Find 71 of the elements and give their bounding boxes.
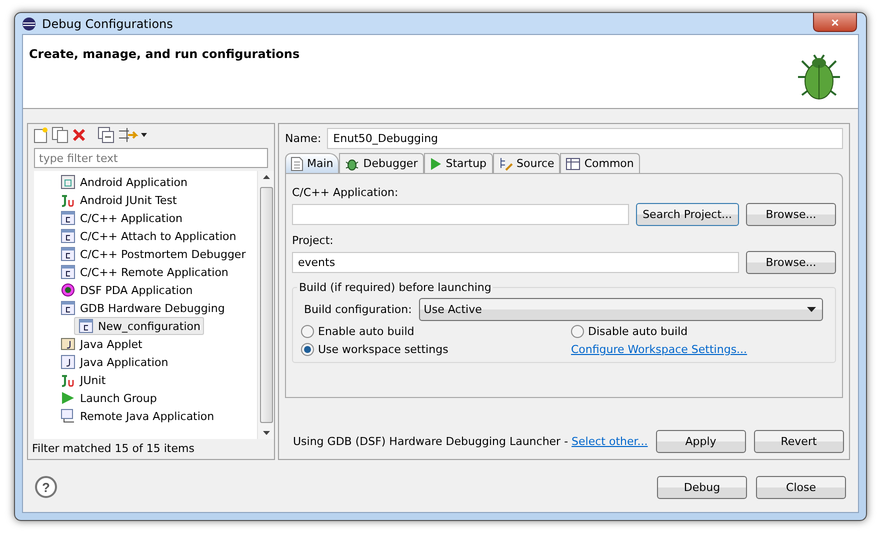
help-button[interactable]: ? <box>35 476 57 498</box>
filter-field[interactable]: type filter text <box>34 148 268 168</box>
launcher-info: Using GDB (DSF) Hardware Debugging Launcher - Select other... <box>293 435 648 448</box>
new-file-icon[interactable] <box>34 127 48 143</box>
tree-item[interactable]: Java Application <box>56 353 172 371</box>
build-config-dropdown[interactable]: Use Active <box>418 298 823 321</box>
c-file-icon <box>61 247 75 261</box>
tree-item[interactable]: C/C++ Remote Application <box>56 263 232 281</box>
radio-option[interactable]: Enable auto build <box>301 325 571 338</box>
name-field[interactable]: Enut50_Debugging <box>327 128 843 149</box>
scrollbar[interactable] <box>257 171 274 439</box>
tree-item[interactable]: Android JUnit Test <box>56 191 181 209</box>
app-logo-icon <box>22 16 36 30</box>
page-icon <box>291 156 303 170</box>
configure-workspace-link[interactable]: Configure Workspace Settings... <box>571 343 823 356</box>
tree-item[interactable]: Android Application <box>56 173 192 191</box>
junit-icon <box>61 373 75 387</box>
play-icon <box>61 391 75 405</box>
project-field[interactable]: events <box>292 252 739 273</box>
c-file-icon <box>79 319 93 333</box>
junit-icon <box>61 193 75 207</box>
remote-icon <box>61 409 75 423</box>
dialog-button[interactable]: Debug <box>657 476 747 498</box>
c-file-icon <box>61 301 75 315</box>
tab[interactable]: Source <box>492 153 560 173</box>
tree-item[interactable]: JUnit <box>56 371 110 389</box>
filter-icon[interactable] <box>118 127 148 143</box>
tree-pencil-icon <box>498 156 513 170</box>
tree-item[interactable]: C/C++ Attach to Application <box>56 227 240 245</box>
tree-item[interactable]: C/C++ Application <box>56 209 186 227</box>
project-label: Project: <box>292 234 334 247</box>
table-icon <box>566 158 580 170</box>
window-title: Debug Configurations <box>42 16 173 30</box>
delete-icon[interactable] <box>72 128 86 142</box>
collapse-icon[interactable] <box>98 127 114 143</box>
tab[interactable]: Common <box>560 153 640 173</box>
browse-button[interactable]: Browse... <box>746 203 836 226</box>
tree-item[interactable]: New_configuration <box>74 317 204 335</box>
java-file-icon <box>61 355 75 369</box>
application-label: C/C++ Application: <box>292 186 400 199</box>
copy-icon[interactable] <box>52 127 68 143</box>
radio-option[interactable]: Disable auto build <box>571 325 823 338</box>
tree-item[interactable]: Launch Group <box>56 389 161 407</box>
c-file-icon <box>61 229 75 243</box>
header-message: Create, manage, and run configurations <box>29 47 300 63</box>
tree-item[interactable]: GDB Hardware Debugging <box>56 299 229 317</box>
window-icon <box>61 175 75 189</box>
application-field[interactable] <box>292 204 629 225</box>
tab[interactable]: Startup <box>424 153 493 173</box>
select-other-link[interactable]: Select other... <box>572 435 648 448</box>
filter-status: Filter matched 15 of 15 items <box>31 441 196 457</box>
tree-item[interactable]: Remote Java Application <box>56 407 218 425</box>
radio-option[interactable]: Use workspace settings <box>301 343 571 356</box>
build-config-label: Build configuration: <box>304 303 412 316</box>
browse-button[interactable]: Browse... <box>746 251 836 274</box>
tab[interactable]: Main <box>285 153 340 173</box>
tab[interactable]: Debugger <box>339 153 424 173</box>
search-project-button[interactable]: Search Project... <box>636 203 739 226</box>
tree-item[interactable]: DSF PDA Application <box>56 281 197 299</box>
name-label: Name: <box>285 132 322 145</box>
caret-icon <box>807 307 816 312</box>
c-file-icon <box>61 265 75 279</box>
applet-icon <box>61 337 75 351</box>
action-button[interactable]: Revert <box>754 430 844 453</box>
dialog-button[interactable]: Close <box>756 476 846 498</box>
play-icon <box>430 156 442 170</box>
c-file-icon <box>61 211 75 225</box>
tree-item[interactable]: Java Applet <box>56 335 146 353</box>
tree-item[interactable]: C/C++ Postmortem Debugger <box>56 245 250 263</box>
build-group-title: Build (if required) before launching <box>298 281 492 294</box>
action-button[interactable]: Apply <box>656 430 746 453</box>
